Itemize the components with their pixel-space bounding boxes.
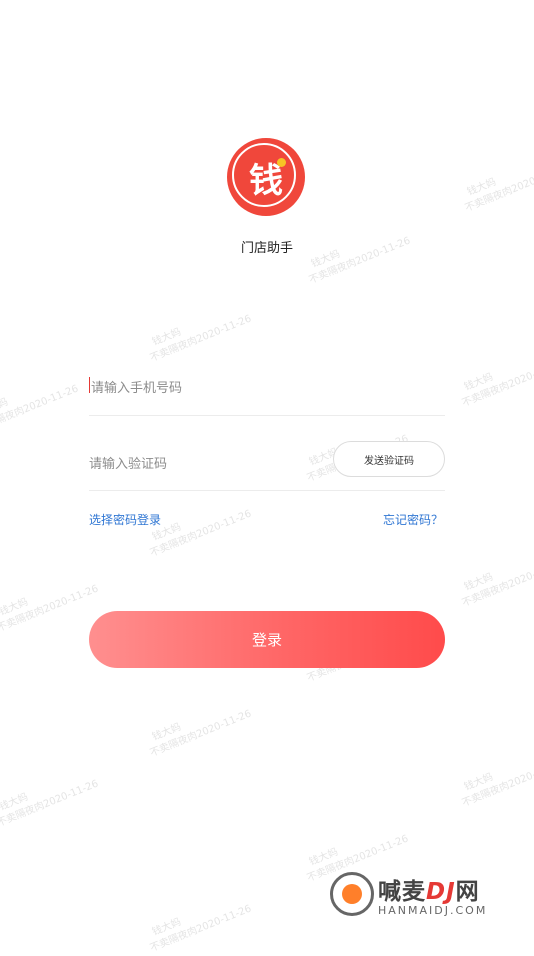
phone-placeholder: 请输入手机号码 [91, 381, 183, 396]
site-mark-inner [342, 884, 362, 904]
watermark: 钱大妈不卖隔夜肉2020-11-26 [460, 758, 534, 810]
watermark: 钱大妈不卖隔夜肉2020-11-26 [148, 903, 253, 955]
watermark: 钱大妈不卖隔夜肉2020-11-26 [460, 558, 534, 610]
site-url: HANMAIDJ.COM [378, 904, 488, 917]
code-placeholder: 请输入验证码 [89, 457, 168, 472]
site-watermark-logo: 喊麦DJ网 HANMAIDJ.COM [328, 870, 528, 922]
phone-underline [89, 415, 445, 416]
code-underline [89, 490, 445, 491]
watermark: 钱大妈不卖隔夜肉2020-11-26 [463, 163, 534, 215]
forgot-password-link[interactable]: 忘记密码？ [383, 511, 443, 528]
login-button[interactable]: 登录 [89, 611, 445, 668]
app-logo: 钱 [227, 138, 305, 216]
watermark: 钱大妈不卖隔夜肉2020-11-26 [148, 313, 253, 365]
watermark: 钱大妈不卖隔夜肉2020-11-26 [0, 383, 80, 435]
text-cursor [89, 377, 90, 393]
verification-code-input[interactable]: 请输入验证码 发送验证码 [89, 440, 445, 491]
watermark: 钱大妈不卖隔夜肉2020-11-26 [460, 358, 534, 410]
watermark: 钱大妈不卖隔夜肉2020-11-26 [148, 708, 253, 760]
app-name: 门店助手 [240, 241, 293, 256]
password-login-link[interactable]: 选择密码登录 [89, 511, 161, 528]
phone-input[interactable]: 请输入手机号码 [89, 370, 445, 416]
watermark: 钱大妈不卖隔夜肉2020-11-26 [0, 583, 100, 635]
logo-coin-dot [277, 158, 286, 167]
site-name: 喊麦DJ网 [378, 879, 480, 905]
send-code-button[interactable]: 发送验证码 [333, 441, 445, 477]
site-mark-icon [330, 872, 374, 916]
watermark: 钱大妈不卖隔夜肉2020-11-26 [0, 778, 100, 830]
logo-character: 钱 [249, 160, 283, 201]
